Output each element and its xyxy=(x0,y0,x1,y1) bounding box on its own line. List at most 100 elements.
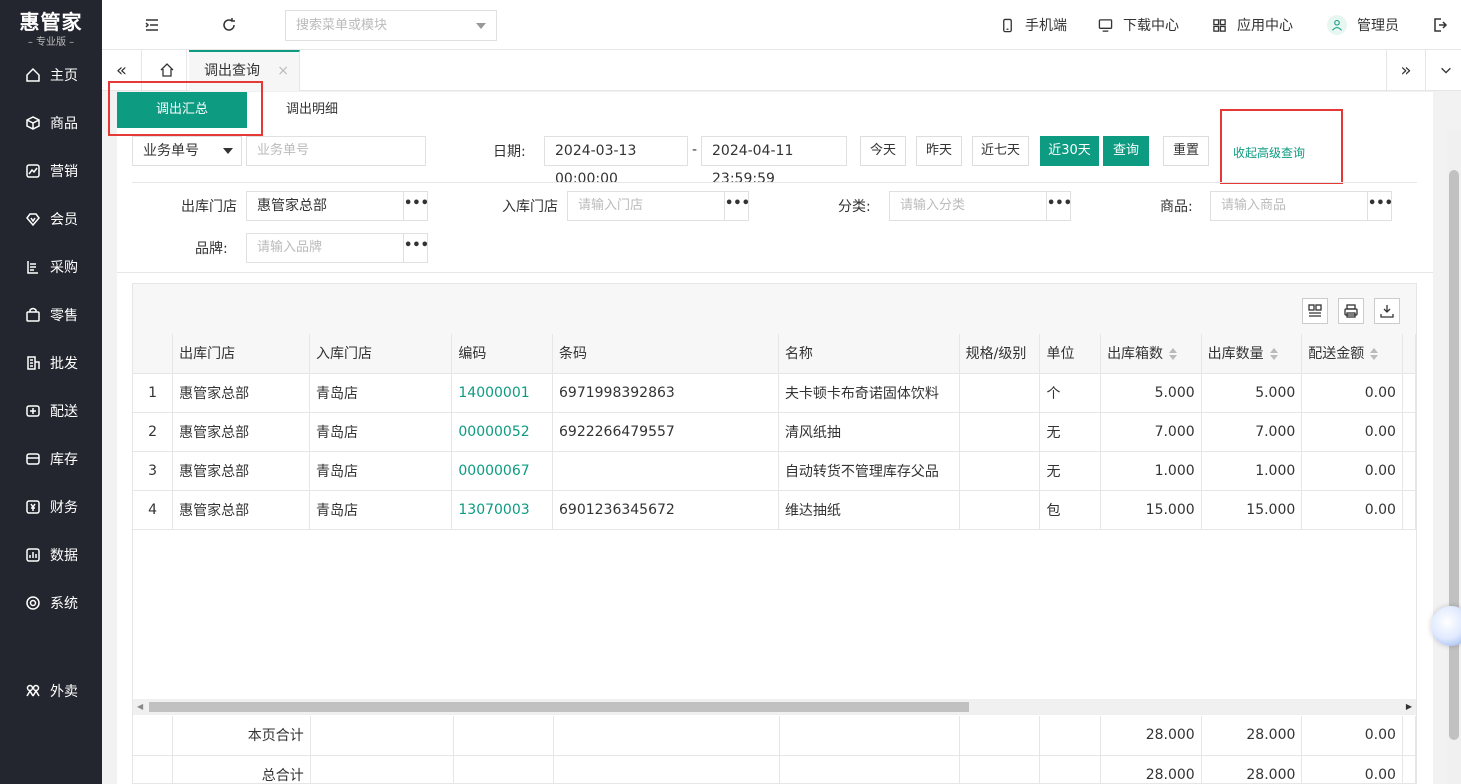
vertical-scrollbar[interactable] xyxy=(1447,130,1461,784)
scrollbar-thumb[interactable] xyxy=(149,702,969,712)
sort-icon[interactable] xyxy=(1370,348,1379,361)
sidebar-item-goods[interactable]: 商品 xyxy=(0,108,102,138)
cell-blank xyxy=(553,716,781,756)
today-button[interactable]: 今天 xyxy=(860,136,906,166)
horizontal-scrollbar[interactable]: ◀ ▶ xyxy=(133,699,1416,715)
finance-icon xyxy=(24,498,42,516)
table-row[interactable]: 3 惠管家总部 青岛店 00000067 自动转货不管理库存父品 无 1.000… xyxy=(133,451,1416,491)
scrollbar-thumb[interactable] xyxy=(1449,170,1459,740)
download-center-link[interactable]: 下载中心 xyxy=(1098,0,1179,50)
sidebar-item-finance[interactable]: 财务 xyxy=(0,492,102,522)
sidebar-item-home[interactable]: 主页 xyxy=(0,60,102,90)
scroll-left-arrow-icon[interactable]: ◀ xyxy=(137,702,143,711)
table-row[interactable]: 2 惠管家总部 青岛店 00000052 6922266479557 清风纸抽 … xyxy=(133,412,1416,452)
category-input[interactable]: 请输入分类 ••• xyxy=(889,191,1072,221)
user-menu[interactable]: 管理员 xyxy=(1327,0,1399,50)
sidebar-item-label: 外卖 xyxy=(50,684,78,700)
grand-total-row: 总合计 28.000 28.000 0.00 xyxy=(133,755,1416,783)
col-barcode[interactable]: 条码 xyxy=(552,334,779,374)
tab-dropdown-icon[interactable] xyxy=(1426,50,1461,90)
more-icon[interactable]: ••• xyxy=(1367,192,1393,220)
reset-button[interactable]: 重置 xyxy=(1163,136,1209,166)
cell-unit: 无 xyxy=(1039,412,1102,452)
apps-label: 应用中心 xyxy=(1237,18,1293,34)
more-icon[interactable]: ••• xyxy=(403,192,429,220)
sidebar-item-system[interactable]: 系统 xyxy=(0,588,102,618)
category-label: 分类: xyxy=(838,199,871,215)
grand-total-qty: 28.000 xyxy=(1201,755,1303,783)
close-icon[interactable]: × xyxy=(277,52,289,90)
sidebar-item-inventory[interactable]: 库存 xyxy=(0,444,102,474)
cell-unit: 包 xyxy=(1039,490,1102,530)
last-30-days-button[interactable]: 近30天 xyxy=(1040,136,1099,166)
sidebar-item-data[interactable]: 数据 xyxy=(0,540,102,570)
sort-icon[interactable] xyxy=(1269,348,1278,361)
col-code[interactable]: 编码 xyxy=(451,334,554,374)
logout-icon[interactable] xyxy=(1430,15,1450,35)
cell-blank xyxy=(133,755,174,783)
cell-code-link[interactable]: 14000001 xyxy=(451,373,554,413)
sidebar-item-member[interactable]: 会员 xyxy=(0,204,102,234)
more-icon[interactable]: ••• xyxy=(403,234,429,262)
sidebar-item-purchase[interactable]: 采购 xyxy=(0,252,102,282)
assistant-bubble-icon[interactable] xyxy=(1431,606,1461,646)
more-icon[interactable]: ••• xyxy=(724,192,750,220)
col-out-boxes[interactable]: 出库箱数 xyxy=(1100,334,1202,374)
export-icon[interactable] xyxy=(1374,298,1400,324)
col-name[interactable]: 名称 xyxy=(778,334,960,374)
takeout-icon xyxy=(24,682,42,700)
product-input[interactable]: 请输入商品 ••• xyxy=(1210,191,1393,221)
sort-icon[interactable] xyxy=(1169,348,1178,361)
sidebar-item-delivery[interactable]: 配送 xyxy=(0,396,102,426)
table-row[interactable]: 4 惠管家总部 青岛店 13070003 6901236345672 维达抽纸 … xyxy=(133,490,1416,530)
date-end-input[interactable]: 2024-04-11 23:59:59 xyxy=(701,136,847,187)
menu-collapse-icon[interactable] xyxy=(142,15,162,35)
doc-number-input[interactable]: 业务单号 xyxy=(246,136,426,166)
col-spec[interactable]: 规格/级别 xyxy=(959,334,1041,374)
cell-amount: 0.00 xyxy=(1301,373,1403,413)
cell-name: 夫卡顿卡布奇诺固体饮料 xyxy=(778,373,960,413)
more-icon[interactable]: ••• xyxy=(1046,192,1072,220)
cell-blank xyxy=(1402,716,1416,756)
print-icon[interactable] xyxy=(1338,298,1364,324)
cell-code-link[interactable]: 00000052 xyxy=(451,412,554,452)
user-icon xyxy=(1327,15,1347,35)
cell-out-qty: 5.000 xyxy=(1201,373,1303,413)
col-out-qty[interactable]: 出库数量 xyxy=(1201,334,1303,374)
cell-code-link[interactable]: 00000067 xyxy=(451,451,554,491)
cell-unit: 无 xyxy=(1039,451,1102,491)
last-7-days-button[interactable]: 近七天 xyxy=(972,136,1029,166)
menu-search-select[interactable]: 搜索菜单或模块 xyxy=(285,10,497,41)
col-amount[interactable]: 配送金额 xyxy=(1301,334,1403,374)
cell-code-link[interactable]: 13070003 xyxy=(451,490,554,530)
scroll-right-arrow-icon[interactable]: ▶ xyxy=(1406,702,1412,711)
sidebar-item-wholesale[interactable]: 批发 xyxy=(0,348,102,378)
sidebar-item-label: 商品 xyxy=(50,116,78,132)
query-button[interactable]: 查询 xyxy=(1103,136,1149,166)
download-label: 下载中心 xyxy=(1123,18,1179,34)
table-row[interactable]: 1 惠管家总部 青岛店 14000001 6971998392863 夫卡顿卡布… xyxy=(133,373,1416,413)
columns-icon[interactable] xyxy=(1302,298,1328,324)
sidebar-item-marketing[interactable]: 营销 xyxy=(0,156,102,186)
col-out-store[interactable]: 出库门店 xyxy=(172,334,310,374)
out-store-input[interactable]: 惠管家总部 ••• xyxy=(246,191,429,221)
topbar: 搜索菜单或模块 手机端 下载中心 应用中心 管理员 xyxy=(102,0,1461,50)
doc-type-select[interactable]: 业务单号 xyxy=(132,136,242,166)
brand-input[interactable]: 请输入品牌 ••• xyxy=(246,233,429,263)
in-store-input[interactable]: 请输入门店 ••• xyxy=(567,191,750,221)
sidebar-item-retail[interactable]: 零售 xyxy=(0,300,102,330)
cell-out-store: 惠管家总部 xyxy=(172,373,310,413)
mobile-link[interactable]: 手机端 xyxy=(1000,0,1067,50)
refresh-icon[interactable] xyxy=(219,15,239,35)
date-start-input[interactable]: 2024-03-13 00:00:00 xyxy=(544,136,688,187)
yesterday-button[interactable]: 昨天 xyxy=(916,136,962,166)
col-in-store[interactable]: 入库门店 xyxy=(309,334,453,374)
sidebar-item-takeout[interactable]: 外卖 xyxy=(0,676,102,706)
cell-name: 自动转货不管理库存父品 xyxy=(778,451,960,491)
app-center-link[interactable]: 应用中心 xyxy=(1212,0,1293,50)
sidebar-item-label: 配送 xyxy=(50,404,78,420)
inventory-icon xyxy=(24,450,42,468)
tab-scroll-right-icon[interactable]: » xyxy=(1386,50,1426,90)
subtab-detail[interactable]: 调出明细 xyxy=(267,92,357,128)
col-unit[interactable]: 单位 xyxy=(1039,334,1102,374)
